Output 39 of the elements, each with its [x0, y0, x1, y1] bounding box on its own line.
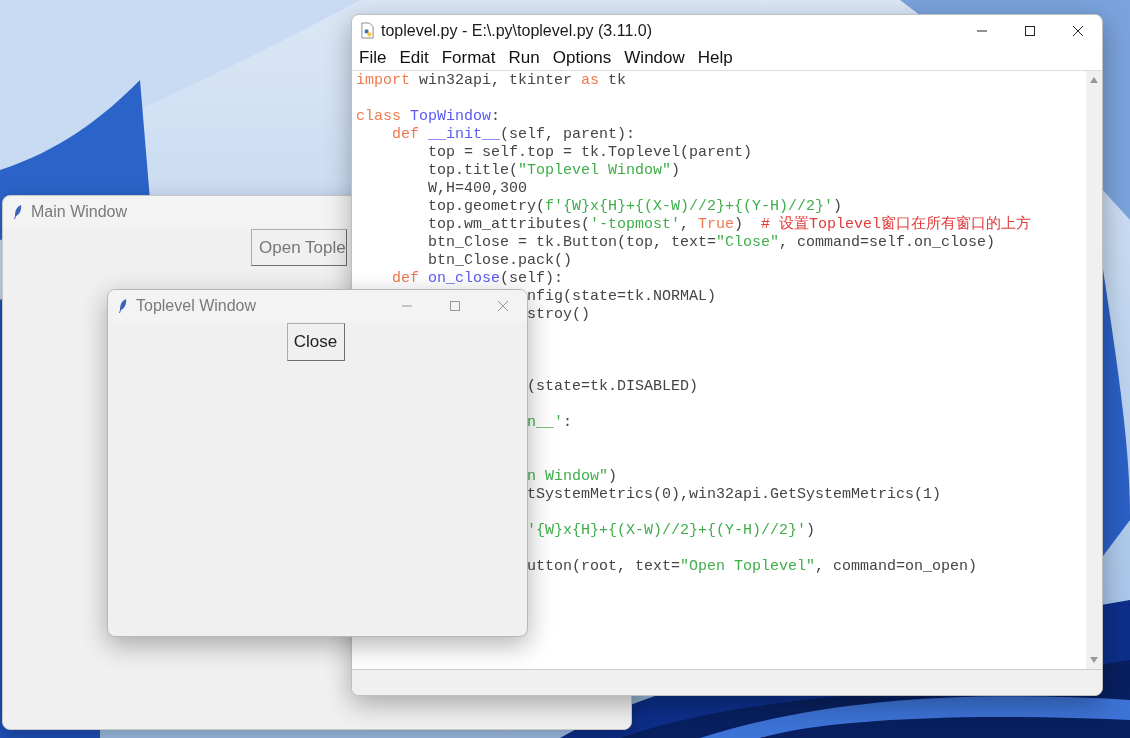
code-line: import win32api, tkinter as tk — [356, 72, 627, 89]
code-line: nfig(state=tk.NORMAL) — [527, 288, 717, 305]
code-line: top.title("Toplevel Window") — [427, 162, 681, 179]
feather-icon — [118, 298, 128, 314]
code-line: btn_Close = tk.Button(top, text="Close", command=self.on_close) — [427, 234, 996, 251]
code-line: (state=tk.DISABLED) — [527, 378, 699, 395]
menu-item[interactable]: File — [359, 48, 387, 68]
window-title: toplevel.py - E:\.py\toplevel.py (3.11.0) — [381, 21, 652, 40]
scroll-up-icon[interactable] — [1090, 77, 1098, 83]
feather-icon — [13, 203, 23, 220]
code-line: top.geometry(f'{W}x{H}+{(X-W)//2}+{(Y-H)//2}') — [427, 198, 843, 215]
menu-item[interactable]: Edit — [399, 48, 429, 68]
window-title: Main Window — [31, 202, 128, 221]
code-line: def on_close(self): — [391, 270, 564, 287]
code-line: utton(root, text="Open Toplevel", command=on_open) — [527, 558, 978, 575]
close-icon[interactable] — [1073, 25, 1083, 36]
scroll-down-icon[interactable] — [1090, 657, 1098, 663]
python-file-icon — [360, 22, 375, 39]
code-line: n Window") — [527, 468, 618, 485]
code-line: tSystemMetrics(0),win32api.GetSystemMetrics(1) — [527, 486, 942, 503]
window-title: Toplevel Window — [136, 297, 257, 315]
code-line: top.wm_attributes('-topmost', True) # 设置Toplevel窗口在所有窗口的上方 — [427, 216, 1032, 233]
close-button[interactable]: Close — [286, 323, 345, 361]
code-line: W,H=400,300 — [427, 180, 528, 197]
maximize-icon[interactable] — [1025, 25, 1035, 36]
code-line: top = self.top = tk.Toplevel(parent) — [427, 144, 753, 161]
menu-item[interactable]: Window — [624, 48, 685, 68]
code-line: n__': — [527, 414, 573, 431]
menu-item[interactable]: Help — [697, 48, 733, 68]
code-line: class TopWindow: — [356, 108, 501, 125]
code-line: '{W}x{H}+{(X-W)//2}+{(Y-H)//2}') — [527, 522, 816, 539]
code-line: def __init__(self, parent): — [391, 126, 636, 143]
menu-item[interactable]: Options — [552, 48, 612, 68]
code-line: stroy() — [527, 306, 591, 323]
menu-item[interactable]: Run — [508, 48, 540, 68]
open-toplevel-button[interactable]: Open Tople — [251, 229, 347, 266]
scrollbar[interactable] — [1086, 71, 1102, 669]
menu-item[interactable]: Format — [441, 48, 496, 68]
code-line: btn_Close.pack() — [427, 252, 573, 269]
